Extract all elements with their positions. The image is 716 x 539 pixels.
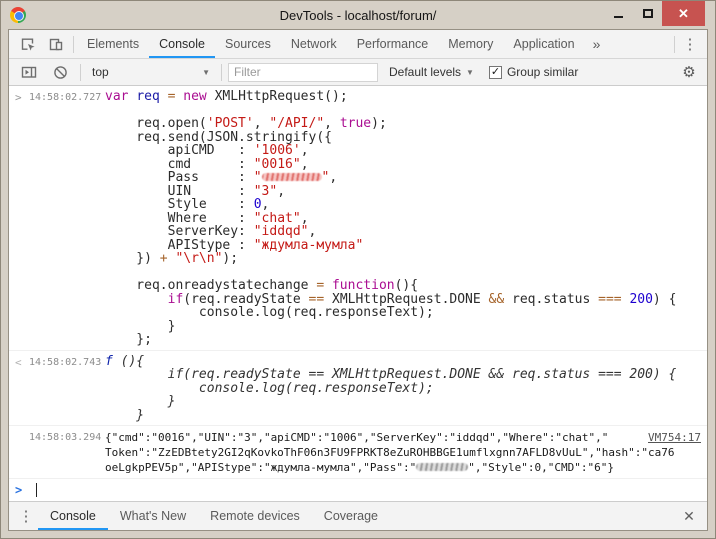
inspect-icon — [20, 36, 36, 52]
close-icon: ✕ — [678, 6, 689, 22]
text-caret — [36, 483, 37, 497]
code-token: req — [136, 89, 159, 104]
maximize-button[interactable] — [633, 1, 662, 26]
devtools-window: DevTools - localhost/forum/ ✕ E — [0, 0, 716, 539]
tab-network[interactable]: Network — [281, 30, 347, 58]
toolbar-divider — [80, 64, 81, 81]
main-menu-button[interactable]: ⋮ — [678, 35, 702, 53]
entry-content: f (){ if(req.readyState == XMLHttpReques… — [105, 355, 701, 423]
drawer-menu-button[interactable]: ⋮ — [14, 507, 38, 525]
toolbar-divider — [221, 64, 222, 81]
code-token: XMLHttpRequest(); — [207, 89, 348, 104]
chevron-down-icon: ▼ — [202, 68, 210, 77]
source-location-link[interactable]: VM754:17 — [648, 430, 701, 445]
code-token: Token":"ZzEDBtety2GI2qKovkoThF06n3FU9FPR… — [105, 446, 675, 459]
levels-label: Default levels — [389, 65, 461, 79]
code-token: {"cmd":"0016","UIN":"3","apiCMD":"1006",… — [105, 431, 608, 444]
log-levels-dropdown[interactable]: Default levels ▼ — [381, 65, 482, 79]
entry-content: VM754:17 {"cmd":"0016","UIN":"3","apiCMD"… — [105, 430, 701, 475]
code-token: oeLgkpPEV5p","APIStype":"ждумла-мумла","… — [105, 461, 416, 474]
toolbar-divider — [674, 36, 675, 53]
clear-console-icon — [53, 65, 68, 80]
context-value: top — [92, 65, 109, 79]
code-token: , — [329, 170, 337, 185]
code-token: } — [105, 408, 144, 423]
inspect-element-button[interactable] — [14, 31, 42, 57]
filter-input[interactable] — [228, 63, 378, 82]
code-token: ","Style":0,"CMD":"6"} — [468, 461, 614, 474]
timestamp: 14:58:02.727 — [29, 90, 105, 347]
console-toolbar: top ▼ Default levels ▼ ✓ Group similar ⚙ — [9, 59, 707, 86]
console-log-area[interactable]: >14:58:02.727var req = new XMLHttpReques… — [9, 86, 707, 478]
console-entry-result: <14:58:02.743f (){ if(req.readyState == … — [9, 350, 707, 426]
drawer-tab-remote-devices[interactable]: Remote devices — [198, 502, 312, 530]
entry-content: var req = new XMLHttpRequest(); req.open… — [105, 90, 701, 347]
tab-elements[interactable]: Elements — [77, 30, 149, 58]
code-token: new — [183, 89, 206, 104]
code-token: === — [598, 292, 621, 307]
minimize-icon — [614, 16, 623, 18]
code-token: , — [301, 157, 309, 172]
maximize-icon — [643, 9, 653, 18]
code-token: ); — [371, 116, 387, 131]
redacted-password — [262, 173, 322, 181]
redacted-password — [416, 463, 468, 471]
prompt-chevron-icon: > — [15, 483, 29, 497]
code-token: }; — [105, 332, 152, 347]
command-chevron-icon: > — [15, 90, 29, 347]
drawer-tab-console[interactable]: Console — [38, 502, 108, 530]
group-similar-label: Group similar — [507, 65, 578, 79]
devtools-panel: Elements Console Sources Network Perform… — [8, 29, 708, 531]
code-token: true — [340, 116, 371, 131]
code-token — [160, 89, 168, 104]
code-token: ); — [222, 251, 238, 266]
device-toolbar-icon — [48, 36, 64, 52]
more-tabs-button[interactable]: » — [585, 36, 609, 52]
panel-tab-bar: Elements Console Sources Network Perform… — [9, 30, 707, 59]
tab-memory[interactable]: Memory — [438, 30, 503, 58]
drawer-tab-coverage[interactable]: Coverage — [312, 502, 390, 530]
tab-performance[interactable]: Performance — [347, 30, 439, 58]
code-token: }) — [105, 251, 160, 266]
code-token: 200 — [629, 292, 652, 307]
group-similar-checkbox[interactable]: ✓ — [489, 66, 502, 79]
code-token: , — [277, 184, 285, 199]
title-bar[interactable]: DevTools - localhost/forum/ ✕ — [1, 1, 715, 29]
result-arrow-icon: < — [15, 355, 29, 423]
tab-application[interactable]: Application — [503, 30, 584, 58]
code-token: + — [160, 251, 168, 266]
clear-console-button[interactable] — [46, 59, 74, 85]
console-sidebar-icon — [21, 64, 37, 80]
chrome-logo-icon — [10, 7, 26, 23]
drawer-tab-whats-new[interactable]: What's New — [108, 502, 198, 530]
code-token: ) { — [653, 292, 676, 307]
timestamp: 14:58:02.743 — [29, 355, 105, 423]
chevron-down-icon: ▼ — [466, 68, 474, 77]
drawer-close-button[interactable]: ✕ — [676, 508, 702, 525]
code-token: var — [105, 89, 128, 104]
window-controls: ✕ — [604, 1, 715, 29]
group-similar-option: ✓ Group similar — [485, 65, 582, 79]
console-entry-command: >14:58:02.727var req = new XMLHttpReques… — [9, 86, 707, 350]
console-entry-log: 14:58:03.294 VM754:17 {"cmd":"0016","UIN":… — [9, 425, 707, 478]
command-chevron-icon — [15, 430, 29, 475]
code-token: "\r\n" — [175, 251, 222, 266]
close-button[interactable]: ✕ — [662, 1, 705, 26]
tab-sources[interactable]: Sources — [215, 30, 281, 58]
device-toolbar-button[interactable] — [42, 31, 70, 57]
settings-gear-icon[interactable]: ⚙ — [677, 63, 701, 81]
code-token: req.status — [504, 292, 598, 307]
code-token: && — [489, 292, 505, 307]
code-token: "ждумла-мумла" — [254, 238, 364, 253]
console-prompt[interactable]: > — [9, 478, 707, 501]
timestamp: 14:58:03.294 — [29, 430, 105, 475]
console-sidebar-toggle[interactable] — [15, 59, 43, 85]
minimize-button[interactable] — [604, 1, 633, 26]
tab-console[interactable]: Console — [149, 30, 215, 58]
drawer-tab-bar: ⋮ Console What's New Remote devices Cove… — [9, 501, 707, 530]
execution-context-selector[interactable]: top ▼ — [87, 62, 215, 82]
toolbar-divider — [73, 36, 74, 53]
